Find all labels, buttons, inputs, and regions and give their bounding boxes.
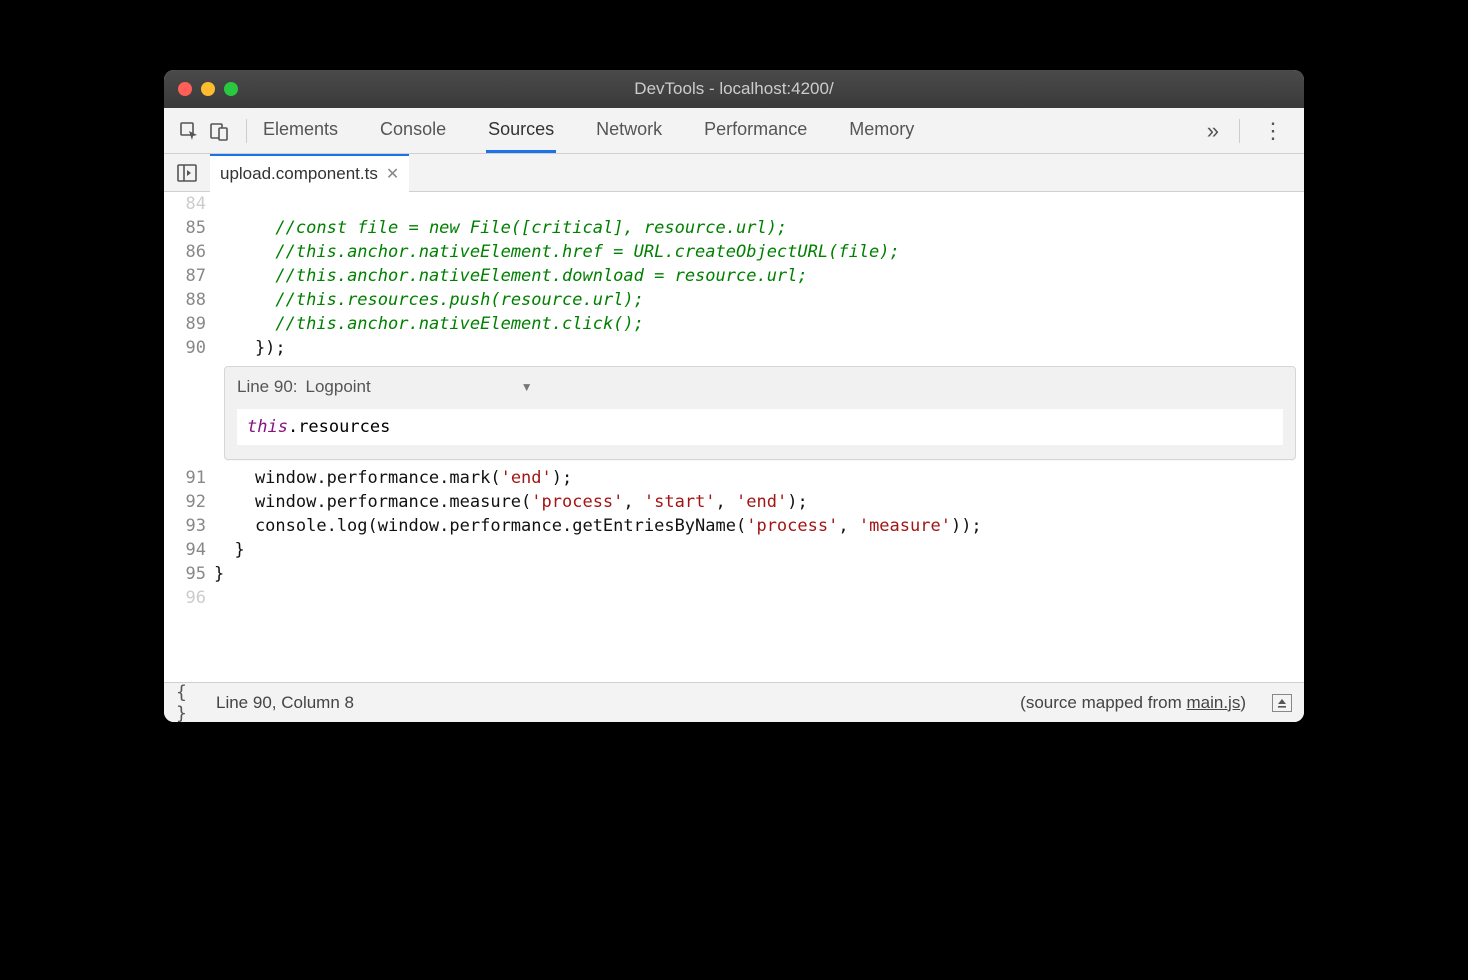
devtools-window: DevTools - localhost:4200/ Elements Cons… [164, 70, 1304, 722]
code-line[interactable] [214, 586, 1304, 610]
line-number[interactable]: 94 [164, 538, 214, 562]
tab-elements[interactable]: Elements [261, 108, 340, 153]
settings-kebab-icon[interactable]: ⋮ [1254, 118, 1292, 144]
close-tab-icon[interactable]: ✕ [386, 164, 399, 184]
logpoint-panel: Line 90: Logpoint ▼ this.resources [224, 366, 1296, 460]
line-number[interactable]: 96 [164, 586, 214, 610]
logpoint-expr-this: this [247, 417, 288, 437]
code-line[interactable]: } [214, 562, 1304, 586]
show-debugger-icon[interactable] [1272, 694, 1292, 712]
tab-performance[interactable]: Performance [702, 108, 809, 153]
tab-console[interactable]: Console [378, 108, 448, 153]
pretty-print-icon[interactable]: { } [176, 690, 202, 716]
tab-network[interactable]: Network [594, 108, 664, 153]
logpoint-expr-rest: .resources [288, 417, 390, 437]
line-number[interactable]: 84 [164, 192, 214, 216]
code-line[interactable]: window.performance.mark('end'); [214, 466, 1304, 490]
line-number[interactable]: 91 [164, 466, 214, 490]
toolbar-divider-2 [1239, 119, 1240, 143]
line-number[interactable]: 89 [164, 312, 214, 336]
statusbar: { } Line 90, Column 8 (source mapped fro… [164, 682, 1304, 722]
code-line[interactable]: }); [214, 336, 1304, 360]
code-line[interactable]: //this.anchor.nativeElement.download = r… [214, 264, 1304, 288]
panel-tabs: Elements Console Sources Network Perform… [261, 108, 1197, 153]
code-line[interactable]: //this.anchor.nativeElement.href = URL.c… [214, 240, 1304, 264]
window-title: DevTools - localhost:4200/ [164, 79, 1304, 99]
file-tab-name: upload.component.ts [220, 164, 378, 184]
tab-sources[interactable]: Sources [486, 108, 556, 153]
source-mapped-label: (source mapped from main.js) [1020, 693, 1246, 713]
breakpoint-type-value: Logpoint [306, 375, 371, 399]
code-editor[interactable]: 84 85 //const file = new File([critical]… [164, 192, 1304, 682]
line-number[interactable]: 87 [164, 264, 214, 288]
device-toolbar-icon[interactable] [206, 118, 232, 144]
titlebar[interactable]: DevTools - localhost:4200/ [164, 70, 1304, 108]
line-number[interactable]: 93 [164, 514, 214, 538]
line-number[interactable]: 88 [164, 288, 214, 312]
tab-memory[interactable]: Memory [847, 108, 916, 153]
line-number[interactable]: 86 [164, 240, 214, 264]
navigator-toggle-icon[interactable] [174, 160, 200, 186]
breakpoint-type-select[interactable]: Logpoint ▼ [306, 375, 533, 399]
code-line[interactable]: //this.resources.push(resource.url); [214, 288, 1304, 312]
cursor-position: Line 90, Column 8 [216, 693, 354, 713]
code-line[interactable]: window.performance.measure('process', 's… [214, 490, 1304, 514]
source-map-link[interactable]: main.js [1186, 693, 1240, 712]
code-line[interactable]: //this.anchor.nativeElement.click(); [214, 312, 1304, 336]
line-number[interactable]: 95 [164, 562, 214, 586]
inspect-element-icon[interactable] [176, 118, 202, 144]
file-tab[interactable]: upload.component.ts ✕ [210, 154, 409, 192]
line-number[interactable]: 90 [164, 336, 214, 360]
line-number[interactable]: 92 [164, 490, 214, 514]
code-line[interactable]: console.log(window.performance.getEntrie… [214, 514, 1304, 538]
logpoint-line-label: Line 90: [237, 375, 298, 399]
chevron-down-icon: ▼ [521, 375, 533, 399]
main-toolbar: Elements Console Sources Network Perform… [164, 108, 1304, 154]
tabs-overflow-button[interactable]: » [1201, 118, 1225, 144]
line-number[interactable]: 85 [164, 216, 214, 240]
code-line[interactable]: //const file = new File([critical], reso… [214, 216, 1304, 240]
toolbar-divider [246, 119, 247, 143]
sources-subtoolbar: upload.component.ts ✕ [164, 154, 1304, 192]
logpoint-expression-input[interactable]: this.resources [237, 409, 1283, 445]
code-line[interactable] [214, 192, 1304, 216]
code-line[interactable]: } [214, 538, 1304, 562]
